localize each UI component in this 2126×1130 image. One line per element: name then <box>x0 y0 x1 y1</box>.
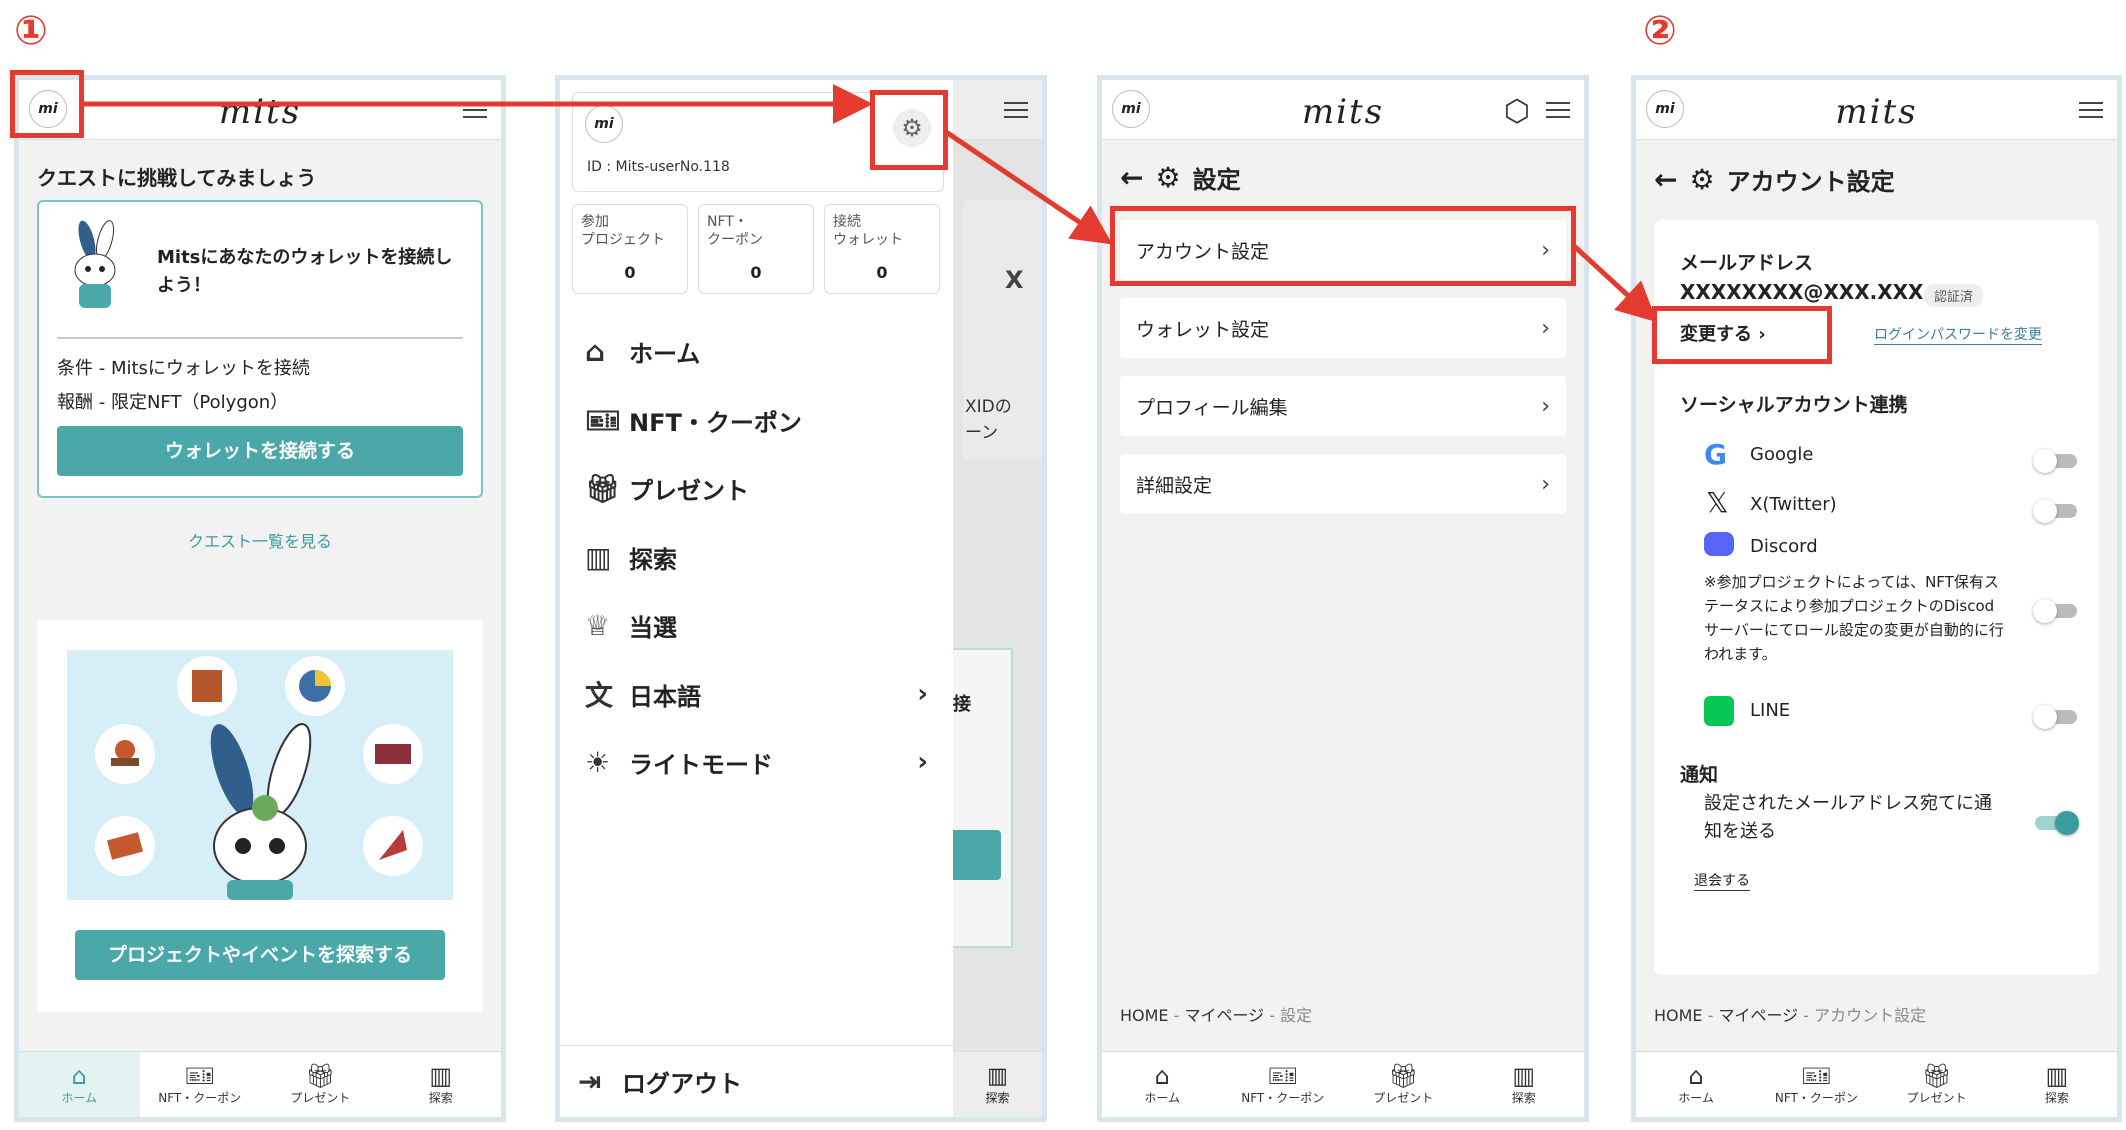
arrow-gear-to-settings <box>944 129 1113 245</box>
arrow-settings-to-change <box>1572 244 1658 323</box>
annotation-arrows <box>84 84 1658 323</box>
